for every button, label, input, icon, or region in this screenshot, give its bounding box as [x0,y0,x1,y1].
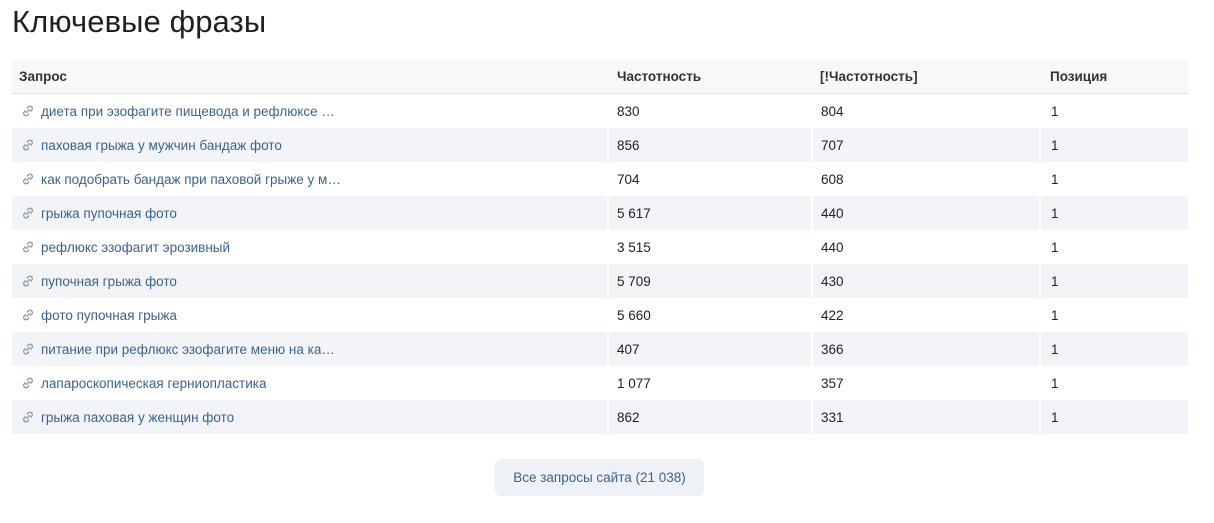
cell-frequency: 5 660 [609,298,813,332]
cell-position: 1 [1051,307,1059,323]
link-icon [21,308,35,322]
cell-query: диета при эзофагите пищевода и рефлюксе … [12,94,609,128]
cell-exact-frequency: 357 [813,366,1041,400]
cell-position: 1 [1051,137,1059,153]
cell-position: 1 [1051,205,1059,221]
query-link[interactable]: лапароскопическая герниопластика [41,376,266,391]
link-icon [21,240,35,254]
cell-position: 1 [1051,375,1059,391]
cell-query: паховая грыжа у мужчин бандаж фото [12,128,609,162]
column-header-position[interactable]: Позиция [1041,60,1188,93]
cell-frequency: 3 515 [609,230,813,264]
cell-position: 1 [1051,103,1059,119]
cell-exact-frequency: 707 [813,128,1041,162]
cell-query: пупочная грыжа фото [12,264,609,298]
cell-frequency: 407 [609,332,813,366]
table-row: рефлюкс эзофагит эрозивный 3 515 440 1 [12,230,1188,264]
link-icon [21,138,35,152]
query-link[interactable]: пупочная грыжа фото [41,274,177,289]
link-icon [21,342,35,356]
link-icon [21,206,35,220]
cell-query: как подобрать бандаж при паховой грыже у… [12,162,609,196]
link-icon [21,274,35,288]
cell-query: лапароскопическая герниопластика [12,366,609,400]
cell-exact-frequency: 422 [813,298,1041,332]
link-icon [21,376,35,390]
cell-query: грыжа паховая у женщин фото [12,400,609,434]
table-row: питание при рефлюкс эзофагите меню на ка… [12,332,1188,366]
cell-exact-frequency: 331 [813,400,1041,434]
link-icon [21,104,35,118]
query-link[interactable]: диета при эзофагите пищевода и рефлюксе … [41,104,341,119]
cell-exact-frequency: 440 [813,230,1041,264]
query-link[interactable]: фото пупочная грыжа [41,308,177,323]
query-link[interactable]: питание при рефлюкс эзофагите меню на ка… [41,342,341,357]
column-header-query[interactable]: Запрос [12,60,609,93]
cell-query: питание при рефлюкс эзофагите меню на ка… [12,332,609,366]
cell-position: 1 [1051,239,1059,255]
table-row: как подобрать бандаж при паховой грыже у… [12,162,1188,196]
cell-position: 1 [1051,341,1059,357]
table-row: фото пупочная грыжа 5 660 422 1 [12,298,1188,332]
cell-exact-frequency: 608 [813,162,1041,196]
cell-exact-frequency: 430 [813,264,1041,298]
query-link[interactable]: паховая грыжа у мужчин бандаж фото [41,138,282,153]
cell-query: грыжа пупочная фото [12,196,609,230]
cell-position: 1 [1051,171,1059,187]
cell-exact-frequency: 804 [813,94,1041,128]
link-icon [21,410,35,424]
table-row: диета при эзофагите пищевода и рефлюксе … [12,94,1188,128]
cell-frequency: 704 [609,162,813,196]
keywords-table: Запрос Частотность [!Частотность] Позици… [12,60,1188,434]
table-row: паховая грыжа у мужчин бандаж фото 856 707… [12,128,1188,162]
query-link[interactable]: грыжа паховая у женщин фото [41,410,234,425]
all-queries-button[interactable]: Все запросы сайта (21 038) [495,459,704,496]
cell-query: рефлюкс эзофагит эрозивный [12,230,609,264]
cell-query: фото пупочная грыжа [12,298,609,332]
cell-exact-frequency: 366 [813,332,1041,366]
table-row: пупочная грыжа фото 5 709 430 1 [12,264,1188,298]
cell-exact-frequency: 440 [813,196,1041,230]
cell-frequency: 830 [609,94,813,128]
table-row: грыжа пупочная фото 5 617 440 1 [12,196,1188,230]
cell-frequency: 5 709 [609,264,813,298]
table-row: грыжа паховая у женщин фото 862 331 1 [12,400,1188,434]
page-title: Ключевые фразы [12,4,267,39]
cell-frequency: 1 077 [609,366,813,400]
table-row: лапароскопическая герниопластика 1 077 357… [12,366,1188,400]
cell-frequency: 5 617 [609,196,813,230]
column-header-frequency[interactable]: Частотность [609,60,813,93]
query-link[interactable]: грыжа пупочная фото [41,206,177,221]
table-header: Запрос Частотность [!Частотность] Позици… [12,60,1188,94]
table-body: диета при эзофагите пищевода и рефлюксе … [12,94,1188,434]
cell-position: 1 [1051,409,1059,425]
query-link[interactable]: рефлюкс эзофагит эрозивный [41,240,230,255]
link-icon [21,172,35,186]
cell-position: 1 [1051,273,1059,289]
query-link[interactable]: как подобрать бандаж при паховой грыже у… [41,172,341,187]
cell-frequency: 862 [609,400,813,434]
cell-frequency: 856 [609,128,813,162]
column-header-exact-frequency[interactable]: [!Частотность] [813,60,1041,93]
